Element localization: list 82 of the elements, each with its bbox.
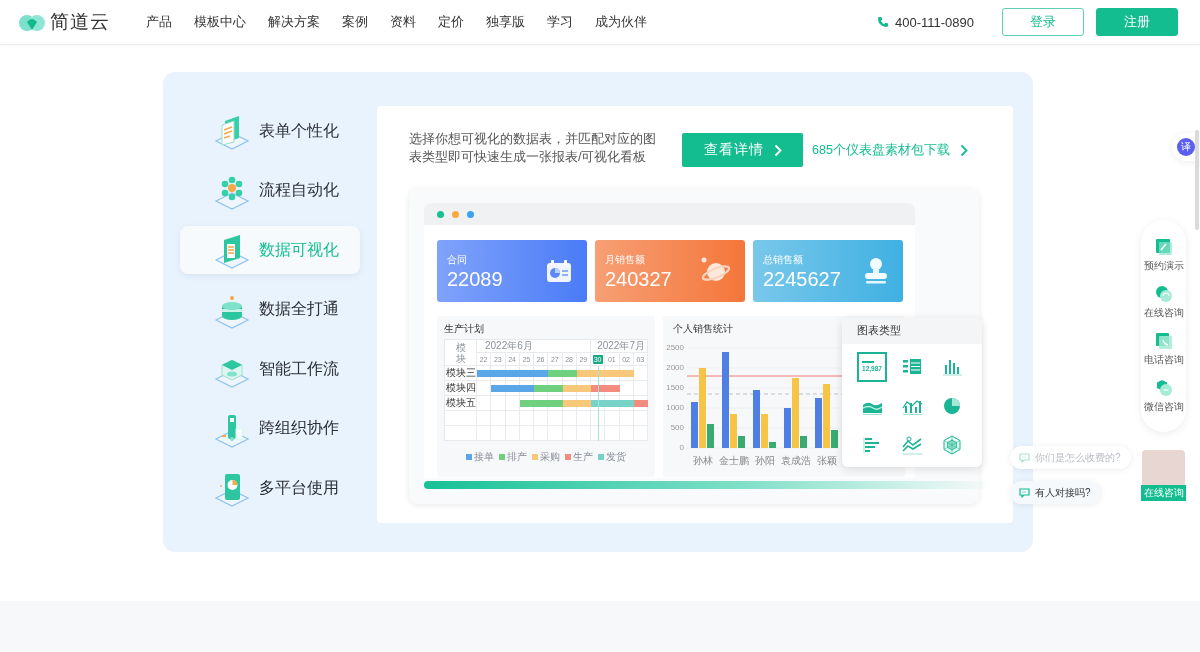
feature-label: 智能工作流 [259, 358, 339, 379]
feature-tab[interactable]: 表单个性化 [180, 107, 360, 155]
month-label: 2022年6月 [477, 340, 591, 353]
kpi-label: 总销售额 [763, 252, 804, 267]
window-dot [467, 210, 474, 218]
panel-title: 个人销售统计 [673, 322, 733, 336]
stamp-icon [863, 257, 889, 285]
row-label: 模块四 [445, 381, 476, 395]
pie-chart-icon [941, 396, 963, 416]
kpi-value: 240327 [605, 267, 672, 290]
intro-text: 选择你想可视化的数据表，并匹配对应的图表类型即可快速生成一张报表/可视化看板 [409, 131, 657, 166]
row-label: 模块三 [445, 366, 476, 380]
scrollbar-thumb[interactable] [1195, 130, 1199, 230]
kpi-label: 月销售额 [605, 252, 646, 267]
row-header: 模块 [445, 340, 477, 366]
feature-tab[interactable]: 数据全打通 [180, 285, 360, 334]
contact-option[interactable]: 预约演示 [1143, 238, 1184, 273]
feature-label: 流程自动化 [259, 180, 339, 200]
bar-chart-icon [941, 357, 963, 377]
kpi-value: 2245627 [763, 267, 841, 290]
feature-tab[interactable]: 智能工作流 [180, 345, 360, 393]
legend-label: 采购 [540, 450, 560, 464]
contact-option[interactable]: 微信咨询 [1143, 379, 1184, 414]
phone-icon [1154, 332, 1173, 350]
axis-label: 1000 [666, 403, 684, 412]
axis-label: 2500 [666, 343, 684, 352]
logo-icon [18, 12, 46, 32]
contact-option[interactable]: 在线咨询 [1143, 285, 1184, 320]
headset-icon [1154, 285, 1173, 303]
legend-label: 发货 [606, 450, 626, 464]
category-label: 张颖 [816, 454, 837, 468]
nav-link[interactable]: 模板中心 [183, 13, 257, 31]
nav-link[interactable]: 独享版 [475, 13, 536, 31]
category-label: 袁成浩 [780, 454, 811, 468]
chat-icon [1019, 452, 1030, 463]
axis-label: 500 [670, 423, 684, 432]
window-dot [452, 210, 459, 218]
nav-link[interactable]: 学习 [536, 13, 584, 31]
line-chart-icon [901, 435, 923, 455]
phone-number: 400-111-0890 [894, 14, 974, 30]
axis-label: 0 [679, 443, 684, 452]
kpi-label: 合同 [447, 252, 468, 267]
legend-label: 接单 [474, 450, 494, 464]
feature-tab[interactable]: 多平台使用 [180, 464, 360, 512]
radar-chart-icon [941, 435, 963, 455]
nav-link[interactable]: 产品 [146, 13, 183, 31]
kpi-value: 22089 [447, 267, 503, 290]
chat-icon [1019, 487, 1030, 498]
category-label: 孙阳 [754, 454, 775, 468]
brand-name[interactable]: 简道云 [50, 9, 110, 35]
feature-tab[interactable]: 流程自动化 [180, 166, 360, 215]
phone-icon [876, 16, 889, 28]
axis-label: 1500 [666, 383, 684, 392]
row-label: 模块五 [445, 396, 476, 410]
contact-option[interactable]: 电话咨询 [1143, 332, 1184, 367]
feature-label: 表单个性化 [259, 120, 339, 141]
avatar-photo-placeholder [1142, 450, 1185, 486]
nav-link[interactable]: 资料 [379, 13, 427, 31]
nav-link[interactable]: 案例 [331, 13, 379, 31]
chevron-right-icon [773, 143, 782, 157]
nav-link[interactable]: 成为伙伴 [584, 13, 658, 31]
feature-tab[interactable]: 跨组织协作 [180, 404, 360, 453]
legend-label: 生产 [573, 450, 593, 464]
feature-label: 数据可视化 [259, 239, 339, 260]
feature-label: 跨组织协作 [259, 418, 339, 438]
pencil-square-icon [1154, 238, 1173, 256]
category-label: 金士鹏 [718, 454, 749, 468]
list-table-icon [901, 357, 923, 377]
panel-title: 生产计划 [444, 322, 484, 336]
category-label: 孙林 [692, 454, 713, 468]
window-dot [437, 210, 444, 218]
chevron-right-icon [959, 143, 968, 157]
calendar-chart-icon [545, 259, 573, 283]
nav-link[interactable]: 解决方案 [257, 13, 331, 31]
nav-link[interactable]: 定价 [427, 13, 475, 31]
popover-title: 图表类型 [857, 324, 901, 338]
axis-label: 2000 [666, 363, 684, 372]
quick-question[interactable]: 有人对接吗? [1010, 481, 1101, 504]
feature-label: 多平台使用 [259, 477, 339, 498]
legend-label: 排产 [507, 450, 527, 464]
month-label: 2022年7月 [591, 340, 648, 353]
feature-label: 数据全打通 [259, 299, 339, 319]
